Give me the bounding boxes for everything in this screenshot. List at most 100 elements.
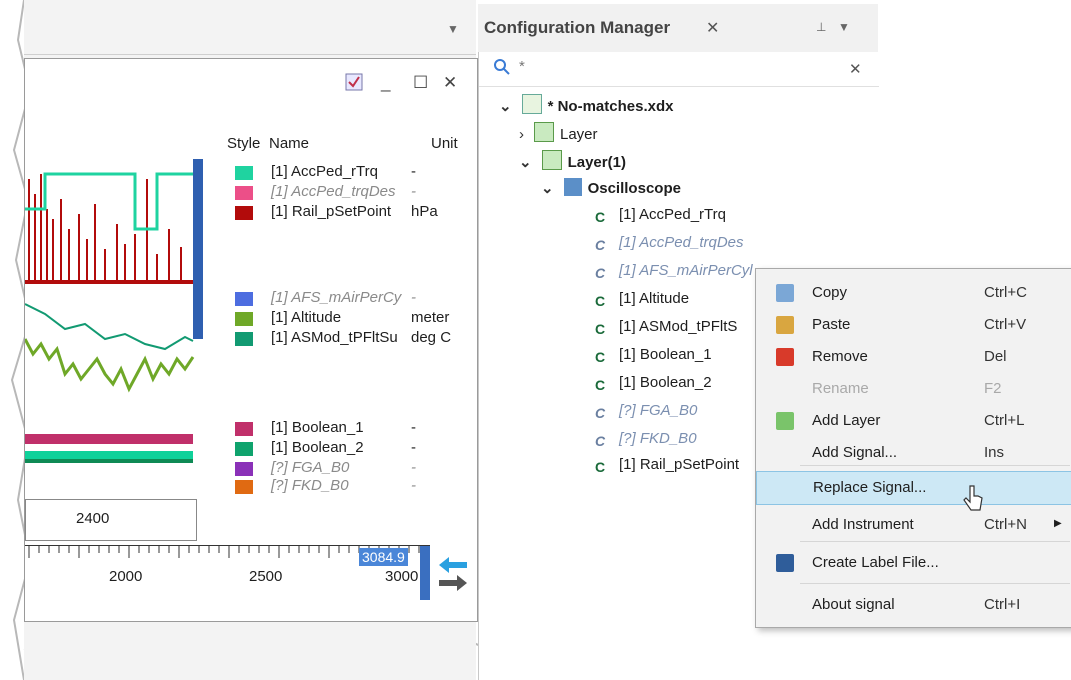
menu-label: Copy bbox=[812, 284, 848, 301]
signal-name: [1] Altitude bbox=[271, 309, 342, 326]
legend-row[interactable]: [?] FKD_B0 - bbox=[211, 477, 473, 497]
menu-item-add-layer[interactable]: Add Layer Ctrl+L bbox=[756, 405, 1071, 437]
config-manager-title[interactable]: Configuration Manager bbox=[484, 18, 670, 38]
time-value: 2400 bbox=[76, 510, 110, 527]
menu-shortcut: Ctrl+V bbox=[984, 316, 1027, 333]
tree-signal-item[interactable]: C [1] Boolean_2 bbox=[595, 374, 712, 395]
unit-header[interactable]: Unit bbox=[431, 135, 458, 152]
signal-unit: - bbox=[411, 289, 416, 306]
menu-item-about-signal[interactable]: About signal Ctrl+I bbox=[756, 589, 1071, 621]
close-tab-icon[interactable]: ✕ bbox=[706, 18, 719, 38]
tree-label: [1] AFS_mAirPerCyl bbox=[619, 262, 753, 279]
remove-icon bbox=[776, 348, 794, 366]
clear-search-icon[interactable]: ✕ bbox=[849, 60, 862, 78]
legend-row[interactable]: [1] Rail_pSetPoint hPa bbox=[211, 203, 473, 223]
chevron-down-icon[interactable]: ⌄ bbox=[541, 180, 554, 197]
menu-item-paste[interactable]: Paste Ctrl+V bbox=[756, 309, 1071, 341]
signal-icon: C bbox=[595, 293, 606, 309]
time-axis[interactable]: 2000 2500 3000 3084.9 bbox=[25, 545, 430, 600]
signal-icon: C bbox=[595, 237, 606, 253]
chevron-right-icon[interactable]: › bbox=[519, 126, 524, 143]
menu-item-remove[interactable]: Remove Del bbox=[756, 341, 1071, 373]
name-header[interactable]: Name bbox=[269, 135, 309, 152]
legend-row[interactable]: [1] AccPed_trqDes - bbox=[211, 183, 473, 203]
signal-name: [1] AccPed_trqDes bbox=[271, 183, 396, 200]
tree-signal-item[interactable]: C [1] ASMod_tPFltS bbox=[595, 318, 737, 339]
signal-style-swatch[interactable] bbox=[235, 292, 253, 306]
signal-style-swatch[interactable] bbox=[235, 480, 253, 494]
signal-style-swatch[interactable] bbox=[235, 442, 253, 456]
dropdown-icon[interactable]: ▼ bbox=[838, 20, 850, 34]
menu-item-replace-signal[interactable]: Replace Signal... bbox=[756, 471, 1071, 505]
menu-item-copy[interactable]: Copy Ctrl+C bbox=[756, 277, 1071, 309]
chevron-down-icon[interactable]: ⌄ bbox=[499, 98, 512, 115]
tree-label: * No-matches.xdx bbox=[547, 98, 674, 115]
signal-style-swatch[interactable] bbox=[235, 332, 253, 346]
save-icon bbox=[776, 554, 794, 572]
time-value-box[interactable]: 2400 bbox=[25, 499, 197, 541]
signal-name: [?] FKD_B0 bbox=[271, 477, 349, 494]
tree-node[interactable]: ⌄ Oscilloscope bbox=[541, 178, 681, 197]
cursor-handle[interactable] bbox=[420, 546, 430, 600]
minimize-icon[interactable]: _ bbox=[381, 73, 390, 93]
signal-style-swatch[interactable] bbox=[235, 462, 253, 476]
tree-signal-item[interactable]: C [?] FKD_B0 bbox=[595, 430, 697, 451]
checklist-icon[interactable] bbox=[345, 73, 363, 96]
close-icon[interactable]: ✕ bbox=[443, 73, 457, 93]
chevron-down-icon[interactable]: ⌄ bbox=[519, 154, 532, 171]
search-bar[interactable]: * ✕ bbox=[479, 52, 879, 87]
legend-row[interactable]: [?] FGA_B0 - bbox=[211, 459, 473, 479]
tree-label: Layer bbox=[560, 126, 598, 143]
maximize-icon[interactable]: ☐ bbox=[413, 73, 428, 93]
menu-item-rename: Rename F2 bbox=[756, 373, 1071, 405]
legend-row[interactable]: [1] Altitude meter bbox=[211, 309, 473, 329]
menu-shortcut: Ins bbox=[984, 444, 1005, 461]
axis-tick-label: 3000 bbox=[385, 568, 419, 585]
legend-row[interactable]: [1] Boolean_2 - bbox=[211, 439, 473, 459]
tree-label: [1] Rail_pSetPoint bbox=[619, 456, 740, 473]
legend-row[interactable]: [1] ASMod_tPFltSu deg C bbox=[211, 329, 473, 349]
menu-item-create-label-file[interactable]: Create Label File... bbox=[756, 547, 1071, 579]
signal-style-swatch[interactable] bbox=[235, 166, 253, 180]
menu-shortcut: Ctrl+I bbox=[984, 596, 1021, 613]
search-icon bbox=[493, 58, 511, 80]
scroll-arrows-icon[interactable] bbox=[435, 555, 471, 595]
tree-signal-item[interactable]: C [1] AccPed_rTrq bbox=[595, 206, 726, 227]
tree-signal-item[interactable]: C [1] Altitude bbox=[595, 290, 689, 311]
signal-name: [1] Boolean_1 bbox=[271, 419, 364, 436]
menu-label: Add Signal... bbox=[812, 444, 898, 461]
legend-row[interactable]: [1] Boolean_1 - bbox=[211, 419, 473, 439]
tree-node[interactable]: ⌄ Layer(1) bbox=[519, 150, 626, 171]
tree-node[interactable]: › Layer bbox=[519, 122, 598, 143]
signal-style-swatch[interactable] bbox=[235, 422, 253, 436]
oscilloscope-titlebar: _ ☐ ✕ bbox=[25, 59, 477, 107]
signal-name: [1] ASMod_tPFltSu bbox=[271, 329, 398, 346]
tree-signal-item[interactable]: C [?] FGA_B0 bbox=[595, 402, 697, 423]
cursor-value[interactable]: 3084.9 bbox=[359, 548, 408, 566]
tree-signal-item[interactable]: C [1] AccPed_trqDes bbox=[595, 234, 744, 255]
signal-style-swatch[interactable] bbox=[235, 206, 253, 220]
signal-style-swatch[interactable] bbox=[235, 312, 253, 326]
signal-unit: - bbox=[411, 183, 416, 200]
pin-icon[interactable]: ⊥ bbox=[816, 20, 826, 34]
legend-row[interactable]: [1] AccPed_rTrq - bbox=[211, 163, 473, 183]
signal-icon: C bbox=[595, 377, 606, 393]
signal-name: [1] AFS_mAirPerCy bbox=[271, 289, 402, 306]
oscilloscope-window: _ ☐ ✕ Style Name Unit [1] AccPed_rTrq - [1… bbox=[24, 58, 478, 622]
tree-label: Oscilloscope bbox=[587, 180, 681, 197]
menu-item-add-instrument[interactable]: Add Instrument Ctrl+N ▶ bbox=[756, 509, 1071, 541]
tree-signal-item[interactable]: C [1] Rail_pSetPoint bbox=[595, 456, 739, 477]
style-header[interactable]: Style bbox=[227, 135, 260, 152]
search-input[interactable]: * bbox=[519, 58, 525, 75]
signal-style-swatch[interactable] bbox=[235, 186, 253, 200]
menu-item-add-signal[interactable]: Add Signal... Ins bbox=[756, 437, 1071, 469]
signal-unit: - bbox=[411, 163, 416, 180]
dropdown-icon[interactable]: ▼ bbox=[447, 22, 459, 36]
tree-signal-item[interactable]: C [1] AFS_mAirPerCyl bbox=[595, 262, 753, 283]
signal-name: [1] AccPed_rTrq bbox=[271, 163, 378, 180]
legend-row[interactable]: [1] AFS_mAirPerCy - bbox=[211, 289, 473, 309]
project-icon bbox=[521, 94, 542, 114]
tree-node[interactable]: ⌄ * No-matches.xdx bbox=[499, 94, 673, 115]
tree-signal-item[interactable]: C [1] Boolean_1 bbox=[595, 346, 712, 367]
menu-separator bbox=[800, 541, 1070, 542]
